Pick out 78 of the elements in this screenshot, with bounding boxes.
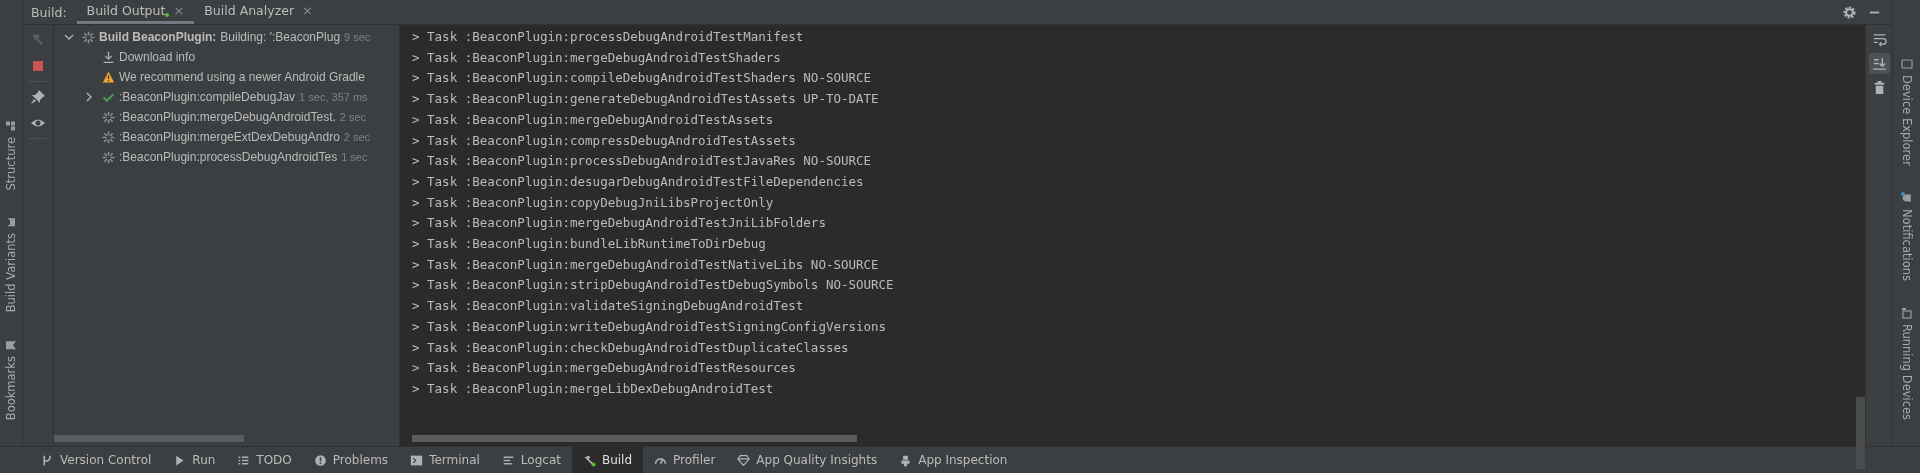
duration: 2 sec bbox=[339, 111, 367, 123]
tool-window-tab[interactable]: Build bbox=[571, 447, 644, 473]
tool-window-tab[interactable]: Terminal bbox=[399, 447, 491, 473]
console-line: > Task :BeaconPlugin:bundleLibRuntimeToDirDebug bbox=[412, 235, 767, 254]
console-line: > Task :BeaconPlugin:processDebugAndroidTestJavaRes NO-SOURCE bbox=[412, 152, 873, 171]
tool-window-tab[interactable]: Profiler bbox=[643, 447, 727, 473]
spinner-icon bbox=[102, 130, 115, 144]
console-line: > Task :BeaconPlugin:copyDebugJniLibsProjectOnly bbox=[412, 193, 775, 212]
console-line: > Task :BeaconPlugin:mergeDebugAndroidTestResources bbox=[412, 359, 797, 378]
close-button[interactable]: × bbox=[173, 3, 185, 18]
console-line: > Task :BeaconPlugin:validateSigningDebugAndroidTest bbox=[412, 297, 805, 316]
tool-window-tab[interactable]: Structure bbox=[4, 119, 18, 191]
duration: 2 sec bbox=[343, 131, 371, 143]
exclamation-icon bbox=[313, 453, 327, 467]
tool-window-tab[interactable]: Version Control bbox=[30, 447, 163, 473]
terminal-icon bbox=[410, 453, 424, 467]
tool-window-tab[interactable]: Logcat bbox=[490, 447, 572, 473]
tool-window-tab[interactable]: Build Variants bbox=[4, 216, 18, 313]
build-status: Building: ':BeaconPlug bbox=[220, 30, 341, 44]
soft-wrap-icon bbox=[1871, 32, 1887, 47]
scroll-to-end-button[interactable] bbox=[1868, 53, 1890, 74]
tree-item[interactable]: Build BeaconPlugin: bbox=[99, 30, 217, 44]
panel-title: Build: bbox=[30, 4, 68, 20]
structure-icon bbox=[5, 119, 17, 132]
phone-icon bbox=[1900, 58, 1913, 71]
console-line: > Task :BeaconPlugin:stripDebugAndroidTestDebugSymbols NO-SOURCE bbox=[412, 276, 895, 295]
download-icon bbox=[102, 50, 115, 64]
spinner-icon bbox=[102, 150, 115, 164]
warning-icon bbox=[102, 70, 115, 84]
scrollbar[interactable] bbox=[54, 435, 244, 442]
tool-window-tab[interactable]: App Quality Insights bbox=[726, 447, 889, 473]
tree-item[interactable]: We recommend using a newer Android Gradle bbox=[119, 70, 365, 84]
tool-window-tab[interactable]: TODO bbox=[226, 447, 303, 473]
console-line: > Task :BeaconPlugin:desugarDebugAndroidTestFileDependencies bbox=[412, 172, 865, 191]
stop-icon bbox=[30, 58, 46, 74]
lines-icon bbox=[501, 453, 515, 467]
tree-item[interactable]: :BeaconPlugin:mergeExtDexDebugAndro bbox=[119, 130, 340, 144]
tree-item[interactable]: :BeaconPlugin:compileDebugJav bbox=[119, 90, 296, 104]
tree-item[interactable]: :BeaconPlugin:mergeDebugAndroidTest. bbox=[119, 110, 336, 124]
console-line: > Task :BeaconPlugin:mergeDebugAndroidTestNativeLibs NO-SOURCE bbox=[412, 255, 880, 274]
duration: 1 sec bbox=[341, 151, 368, 163]
console-line: > Task :BeaconPlugin:mergeDebugAndroidTestJniLibFolders bbox=[412, 214, 827, 233]
tree-item[interactable]: Download info bbox=[119, 50, 196, 64]
tool-window-tab[interactable]: Problems bbox=[302, 447, 400, 473]
console-line: > Task :BeaconPlugin:mergeDebugAndroidTestAssets bbox=[412, 110, 775, 129]
diamond-icon bbox=[737, 453, 751, 467]
spinner-icon bbox=[102, 110, 115, 124]
scrollbar[interactable] bbox=[1856, 397, 1865, 469]
pin-icon bbox=[30, 89, 46, 105]
spinner-icon bbox=[82, 30, 95, 44]
console-line: > Task :BeaconPlugin:generateDebugAndroidTestAssets UP-TO-DATE bbox=[412, 90, 880, 109]
close-button[interactable]: × bbox=[302, 3, 313, 18]
bookmark-icon bbox=[5, 338, 17, 351]
scroll-to-end-icon bbox=[1871, 56, 1887, 71]
scrollbar[interactable] bbox=[412, 435, 857, 442]
tool-window-tab[interactable]: Notifications bbox=[1899, 191, 1914, 281]
tab[interactable]: Build Output × bbox=[76, 0, 195, 24]
console-line: > Task :BeaconPlugin:processDebugAndroidTestManifest bbox=[412, 28, 805, 46]
tool-window-tab[interactable]: Bookmarks bbox=[4, 338, 18, 420]
console-line: > Task :BeaconPlugin:compressDebugAndroidTestAssets bbox=[412, 131, 797, 150]
list-icon bbox=[237, 453, 251, 467]
console-line: > Task :BeaconPlugin:mergeDebugAndroidTestShaders bbox=[412, 48, 782, 67]
duration: 9 sec bbox=[344, 31, 371, 43]
tree-item[interactable]: :BeaconPlugin:processDebugAndroidTes bbox=[119, 150, 338, 164]
device-icon bbox=[1900, 306, 1913, 319]
tool-window-tab[interactable]: Device Explorer bbox=[1899, 58, 1914, 166]
tool-window-tab[interactable]: App Inspection bbox=[888, 447, 1019, 473]
console-line: > Task :BeaconPlugin:checkDebugAndroidTestDuplicateClasses bbox=[412, 338, 850, 357]
tool-window-tab[interactable]: Running Devices bbox=[1899, 306, 1914, 420]
play-icon bbox=[173, 453, 187, 467]
branch-icon bbox=[41, 453, 54, 467]
tool-window-tab[interactable]: Run bbox=[162, 447, 227, 473]
console-line: > Task :BeaconPlugin:writeDebugAndroidTestSigningConfigVersions bbox=[412, 317, 888, 336]
settings-icon[interactable] bbox=[1842, 4, 1857, 20]
duration: 1 sec, 357 ms bbox=[299, 91, 368, 103]
tab[interactable]: Build Analyzer × bbox=[194, 0, 323, 24]
console-line: > Task :BeaconPlugin:compileDebugAndroidTestShaders NO-SOURCE bbox=[412, 69, 873, 88]
console-line: > Task :BeaconPlugin:mergeLibDexDebugAndroidTest bbox=[412, 379, 775, 398]
